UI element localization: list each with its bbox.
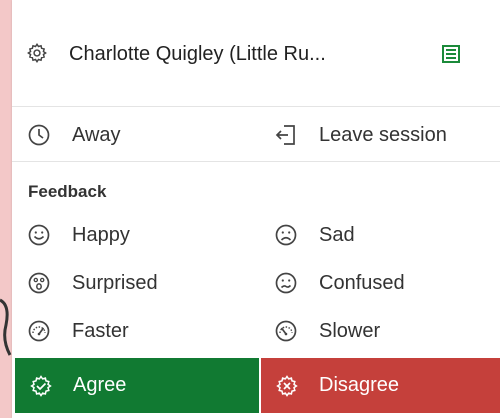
surprised-face-icon xyxy=(28,272,50,294)
disagree-button[interactable]: Disagree xyxy=(261,358,500,413)
feedback-faster-label: Faster xyxy=(72,320,129,342)
away-button[interactable]: Away xyxy=(12,112,256,158)
feedback-slower-label: Slower xyxy=(319,320,381,342)
leave-session-label: Leave session xyxy=(319,124,447,146)
feedback-confused-label: Confused xyxy=(319,272,405,294)
participant-header: Charlotte Quigley (Little Ru... xyxy=(12,0,500,107)
disagree-label: Disagree xyxy=(319,374,400,396)
away-label: Away xyxy=(72,124,121,146)
confused-face-icon xyxy=(275,272,297,294)
feedback-surprised-button[interactable]: Surprised xyxy=(12,260,256,304)
feedback-sad-button[interactable]: Sad xyxy=(259,212,500,256)
feedback-happy-label: Happy xyxy=(72,224,130,246)
gear-icon[interactable] xyxy=(26,42,48,64)
agree-label: Agree xyxy=(73,374,127,396)
session-menu-panel: Charlotte Quigley (Little Ru... Away Lea… xyxy=(12,0,500,418)
speedometer-slow-icon xyxy=(275,320,297,342)
feedback-happy-button[interactable]: Happy xyxy=(12,212,256,256)
agree-button[interactable]: Agree xyxy=(15,358,259,413)
feedback-surprised-label: Surprised xyxy=(72,272,158,294)
check-badge-icon xyxy=(30,375,52,397)
feedback-confused-button[interactable]: Confused xyxy=(259,260,500,304)
exit-door-icon xyxy=(275,125,295,145)
speedometer-fast-icon xyxy=(28,320,50,342)
feedback-section-title: Feedback xyxy=(28,182,107,201)
clock-icon xyxy=(28,124,50,146)
sad-face-icon xyxy=(275,224,297,246)
feedback-slower-button[interactable]: Slower xyxy=(259,308,500,352)
list-icon[interactable] xyxy=(441,44,461,64)
feedback-sad-label: Sad xyxy=(319,224,355,246)
x-badge-icon xyxy=(276,375,298,397)
happy-face-icon xyxy=(28,224,50,246)
participant-name: Charlotte Quigley (Little Ru... xyxy=(69,43,326,65)
feedback-faster-button[interactable]: Faster xyxy=(12,308,256,352)
divider xyxy=(12,161,500,162)
leave-session-button[interactable]: Leave session xyxy=(259,112,500,158)
